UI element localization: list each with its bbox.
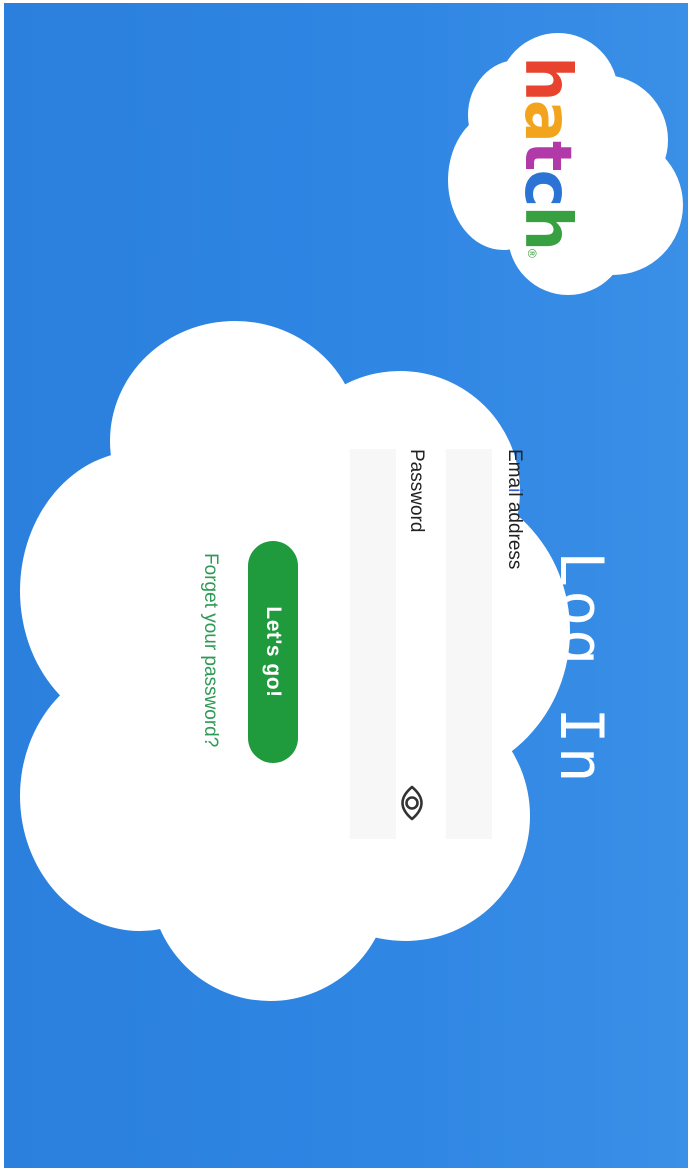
logo-letter-a: a (510, 99, 584, 141)
eye-icon-graphic (401, 785, 423, 821)
lets-go-button[interactable]: Let's go! (248, 541, 298, 763)
logo-trademark: ® (525, 249, 539, 258)
logo-cloud: h a t c h ® (428, 15, 688, 315)
email-label: Email address (504, 449, 525, 570)
logo-letter-h1: h (510, 56, 584, 100)
screenshot-frame: h a t c h ® Log In Email address Passwor… (0, 0, 691, 1173)
hatch-logo: h a t c h ® (510, 56, 584, 258)
logo-letter-t: t (510, 140, 584, 170)
logo-letter-h2: h (510, 205, 584, 249)
login-screen: h a t c h ® Log In Email address Passwor… (4, 3, 688, 1168)
password-input[interactable] (350, 449, 396, 839)
login-cloud: Email address Password Let's go! Forget … (20, 321, 570, 1001)
email-label-suffix: l address (504, 492, 525, 570)
logo-letter-c: c (510, 169, 584, 206)
email-label-prefix: Ema (504, 449, 525, 489)
email-input[interactable] (446, 449, 492, 839)
forgot-password-link[interactable]: Forget your password? (200, 553, 221, 747)
password-label: Password (406, 449, 427, 533)
eye-icon[interactable] (392, 783, 432, 823)
